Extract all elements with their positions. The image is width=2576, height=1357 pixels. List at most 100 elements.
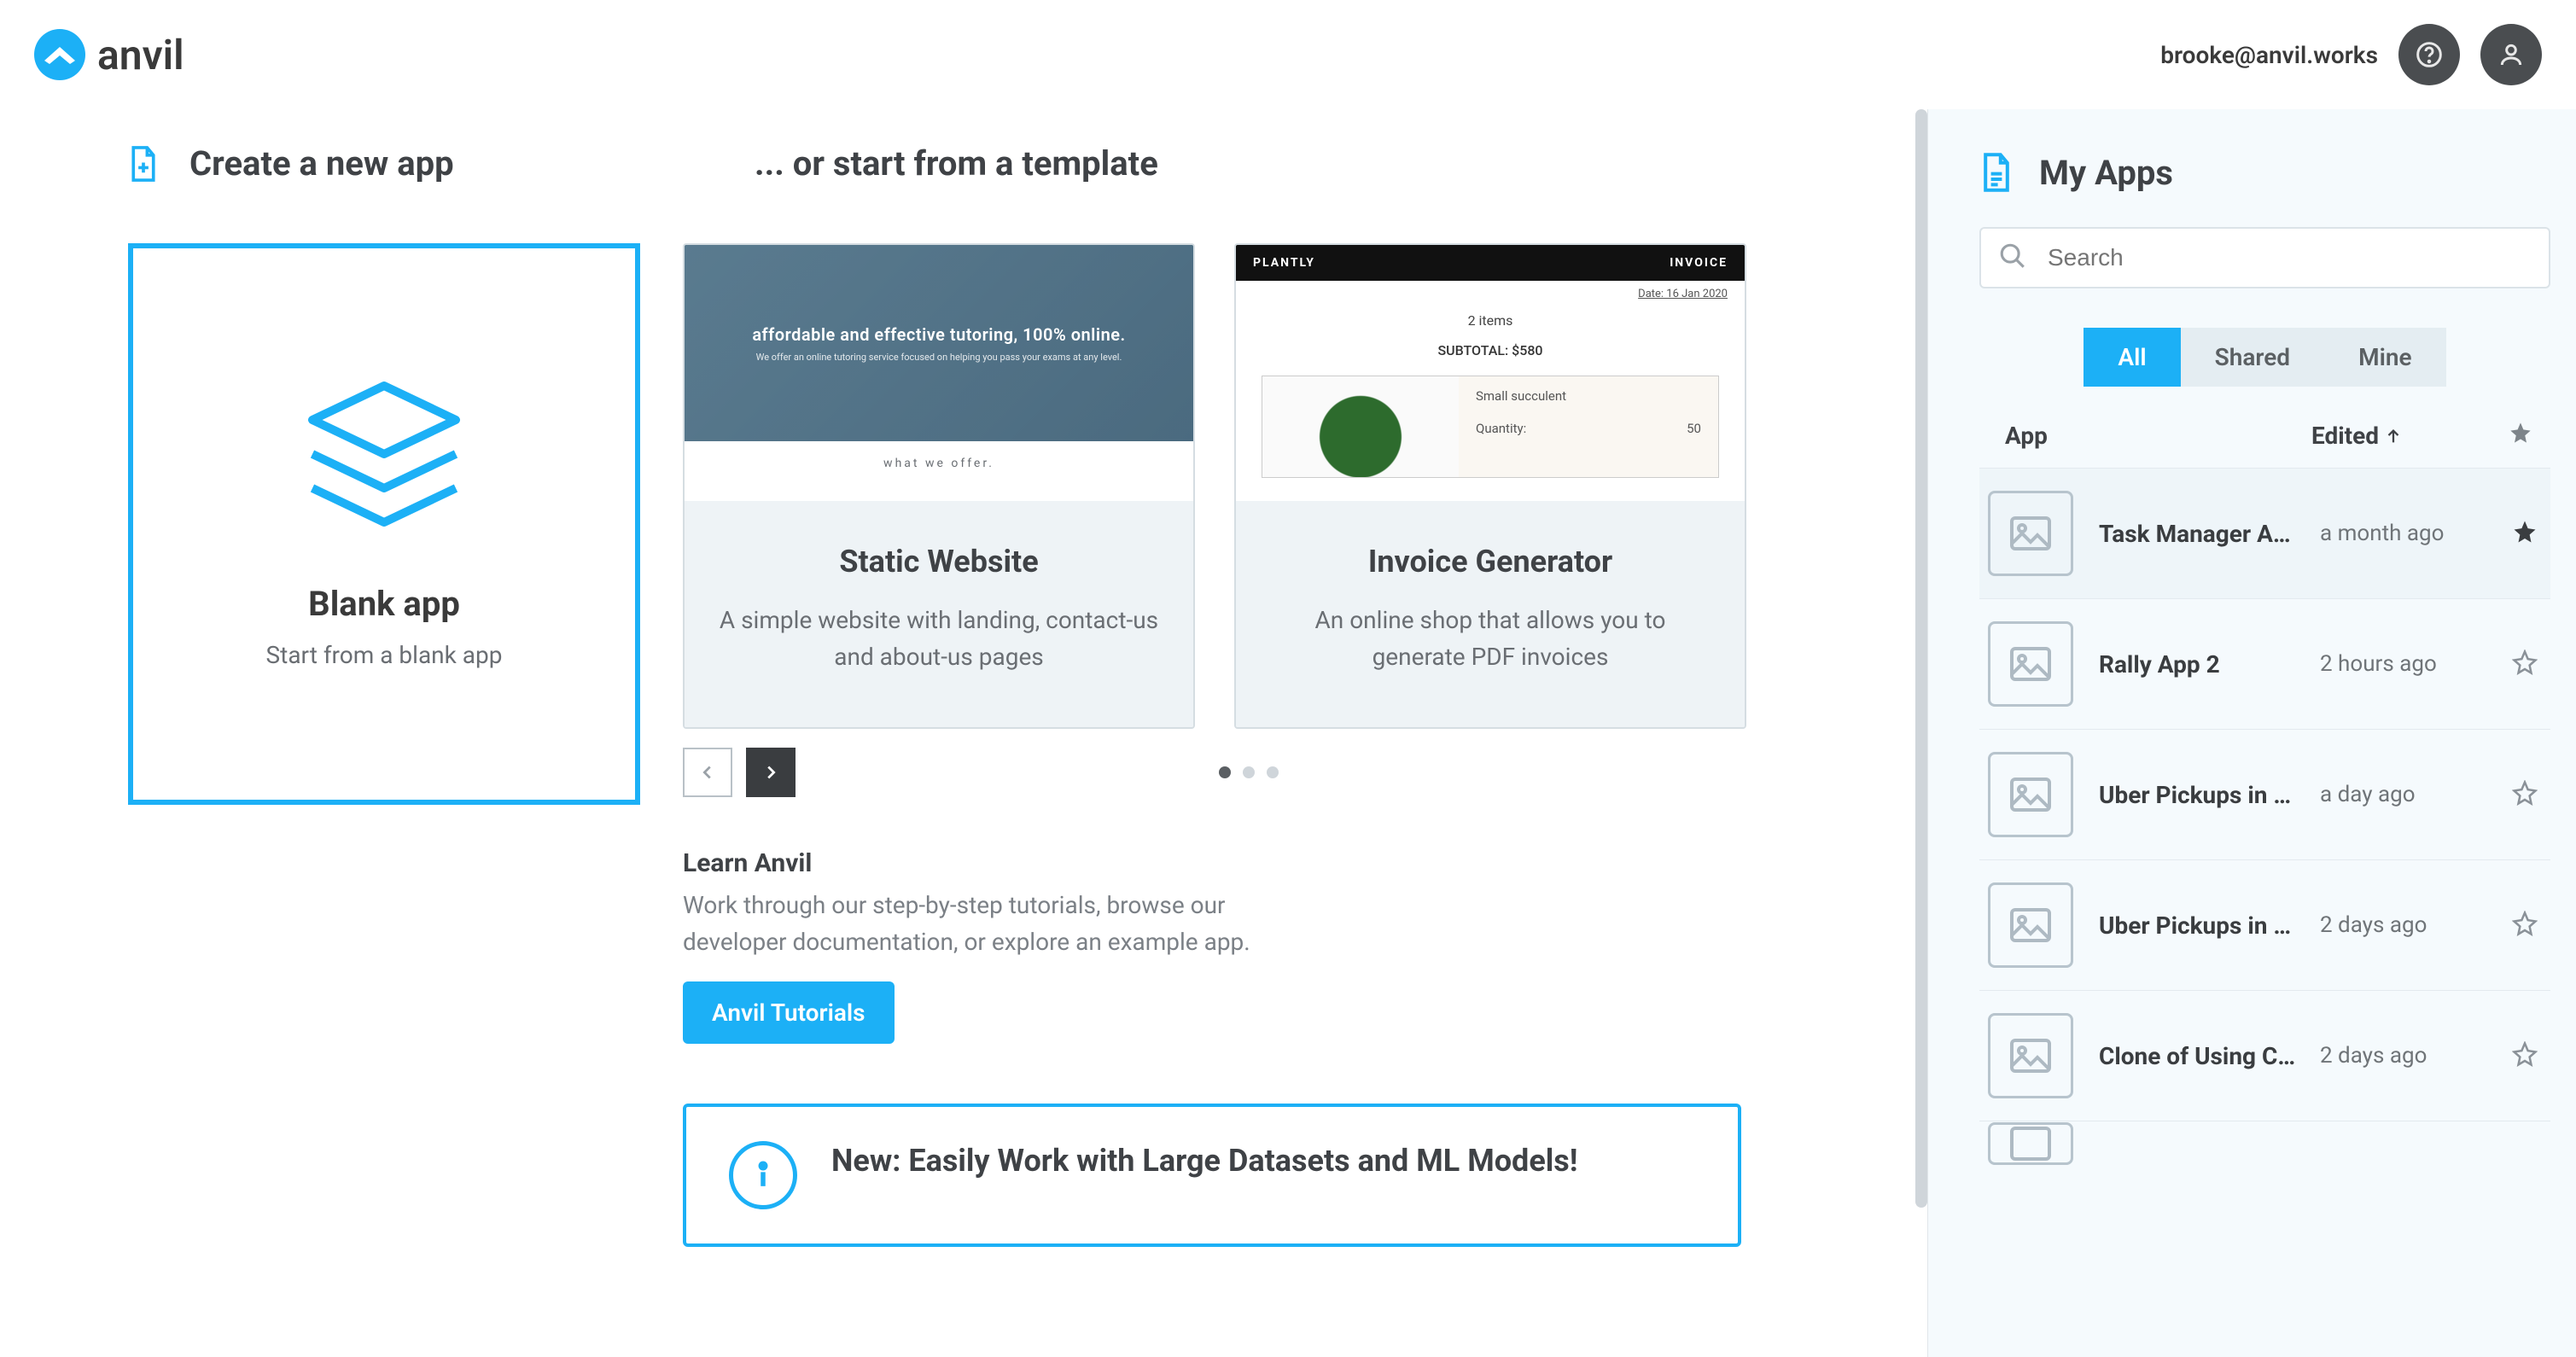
- account-button[interactable]: [2480, 24, 2542, 85]
- document-icon: [1979, 152, 2014, 193]
- tab-mine[interactable]: Mine: [2324, 328, 2445, 387]
- thumb-date: Date: 16 Jan 2020: [1236, 281, 1745, 307]
- app-name: Rally App 2: [2099, 650, 2320, 678]
- app-thumb: [1988, 491, 2073, 576]
- logo[interactable]: anvil: [34, 29, 184, 80]
- create-title: Create a new app: [189, 143, 454, 183]
- tab-all[interactable]: All: [2084, 328, 2180, 387]
- star-icon: [2512, 780, 2538, 806]
- app-row[interactable]: [1979, 1121, 2550, 1166]
- templates-title: ... or start from a template: [755, 143, 1158, 183]
- sidebar: My Apps All Shared Mine App Edited: [1927, 109, 2576, 1357]
- info-icon: [729, 1141, 797, 1209]
- scrollbar[interactable]: [1915, 109, 1927, 1208]
- app-row[interactable]: Task Manager A… a month ago: [1979, 468, 2550, 598]
- carousel-dot[interactable]: [1243, 766, 1255, 778]
- app-name: Task Manager A…: [2099, 520, 2320, 548]
- thumb-label: INVOICE: [1670, 256, 1728, 270]
- thumb-qty-label: Quantity:: [1476, 421, 1526, 436]
- tutorials-button[interactable]: Anvil Tutorials: [683, 981, 895, 1044]
- app-thumb: [1988, 621, 2073, 707]
- app-row[interactable]: Uber Pickups in N… 2 days ago: [1979, 859, 2550, 990]
- star-button[interactable]: [2508, 780, 2542, 809]
- template-desc: An online shop that allows you to genera…: [1270, 602, 1711, 676]
- app-row[interactable]: Clone of Using C… 2 days ago: [1979, 990, 2550, 1121]
- help-button[interactable]: [2398, 24, 2460, 85]
- carousel-next-button[interactable]: [746, 748, 796, 797]
- image-icon: [2010, 778, 2051, 812]
- thumb-qty: 50: [1687, 421, 1701, 436]
- layers-icon: [299, 379, 469, 533]
- app-thumb: [1988, 752, 2073, 837]
- star-button[interactable]: [2508, 519, 2542, 548]
- star-icon: [2512, 519, 2538, 545]
- col-app[interactable]: App: [1988, 422, 2311, 450]
- template-thumbnail: PLANTLY INVOICE Date: 16 Jan 2020 2 item…: [1236, 245, 1745, 501]
- star-icon: [2512, 911, 2538, 936]
- col-star[interactable]: [2499, 421, 2542, 451]
- app-list: Task Manager A… a month ago Rally App 2 …: [1979, 468, 2550, 1166]
- user-email[interactable]: brooke@anvil.works: [2160, 41, 2378, 69]
- image-icon: [2010, 647, 2051, 681]
- app-edited: a day ago: [2320, 782, 2508, 807]
- learn-text: Work through our step-by-step tutorials,…: [683, 887, 1297, 961]
- app-thumb: [1988, 1013, 2073, 1098]
- app-row[interactable]: Rally App 2 2 hours ago: [1979, 598, 2550, 729]
- template-title: Invoice Generator: [1270, 544, 1711, 579]
- arrow-up-icon: [2384, 427, 2403, 446]
- sidebar-title: My Apps: [2039, 153, 2173, 193]
- logo-mark-icon: [34, 29, 85, 80]
- blank-app-subtitle: Start from a blank app: [266, 641, 503, 669]
- app-row[interactable]: Uber Pickups in N… a day ago: [1979, 729, 2550, 859]
- template-thumbnail: affordable and effective tutoring, 100% …: [685, 245, 1193, 501]
- carousel-prev-button[interactable]: [683, 748, 732, 797]
- carousel-dot[interactable]: [1219, 766, 1231, 778]
- template-title: Static Website: [719, 544, 1159, 579]
- image-icon: [2010, 1039, 2051, 1073]
- thumb-tagline: affordable and effective tutoring, 100% …: [752, 324, 1125, 345]
- image-icon: [2010, 1127, 2051, 1161]
- template-card-static-website[interactable]: affordable and effective tutoring, 100% …: [683, 243, 1195, 729]
- learn-section: Learn Anvil Work through our step-by-ste…: [683, 848, 1746, 1044]
- learn-title: Learn Anvil: [683, 848, 1746, 878]
- app-name: Clone of Using C…: [2099, 1042, 2320, 1070]
- app-edited: 2 hours ago: [2320, 651, 2508, 677]
- app-name: Uber Pickups in N…: [2099, 781, 2320, 809]
- app-edited: 2 days ago: [2320, 1043, 2508, 1069]
- main-content: Create a new app ... or start from a tem…: [0, 109, 1927, 1357]
- template-desc: A simple website with landing, contact-u…: [719, 602, 1159, 676]
- filter-tabs: All Shared Mine: [2084, 328, 2445, 387]
- topbar: anvil brooke@anvil.works: [0, 0, 2576, 109]
- tab-shared[interactable]: Shared: [2181, 328, 2324, 387]
- star-button[interactable]: [2508, 649, 2542, 678]
- star-button[interactable]: [2508, 1041, 2542, 1070]
- chevron-right-icon: [761, 763, 780, 782]
- image-icon: [2010, 516, 2051, 550]
- app-edited: a month ago: [2320, 521, 2508, 546]
- star-icon: [2512, 649, 2538, 675]
- carousel-dots: [1219, 766, 1279, 778]
- carousel-dot[interactable]: [1267, 766, 1279, 778]
- new-file-icon: [128, 145, 159, 183]
- user-icon: [2497, 41, 2525, 68]
- blank-app-card[interactable]: Blank app Start from a blank app: [128, 243, 640, 805]
- topbar-right: brooke@anvil.works: [2160, 24, 2542, 85]
- thumb-brand: PLANTLY: [1253, 256, 1315, 270]
- star-icon: [2509, 421, 2532, 445]
- thumb-subtotal: SUBTOTAL: $580: [1236, 342, 1745, 358]
- col-edited[interactable]: Edited: [2311, 422, 2499, 450]
- app-thumb: [1988, 882, 2073, 968]
- image-icon: [2010, 908, 2051, 942]
- question-icon: [2416, 41, 2443, 68]
- announcement-title: New: Easily Work with Large Datasets and…: [831, 1141, 1578, 1181]
- template-card-invoice-generator[interactable]: PLANTLY INVOICE Date: 16 Jan 2020 2 item…: [1234, 243, 1746, 729]
- thumb-items: 2 items: [1236, 312, 1745, 329]
- announcement-banner[interactable]: New: Easily Work with Large Datasets and…: [683, 1104, 1741, 1247]
- app-name: Uber Pickups in N…: [2099, 911, 2320, 940]
- star-button[interactable]: [2508, 911, 2542, 940]
- thumb-sub: We offer an online tutoring service focu…: [756, 352, 1122, 363]
- col-edited-label: Edited: [2311, 422, 2379, 450]
- search-wrap: [1979, 227, 2550, 288]
- thumb-product: Small succulent: [1476, 388, 1701, 404]
- search-input[interactable]: [1979, 227, 2550, 288]
